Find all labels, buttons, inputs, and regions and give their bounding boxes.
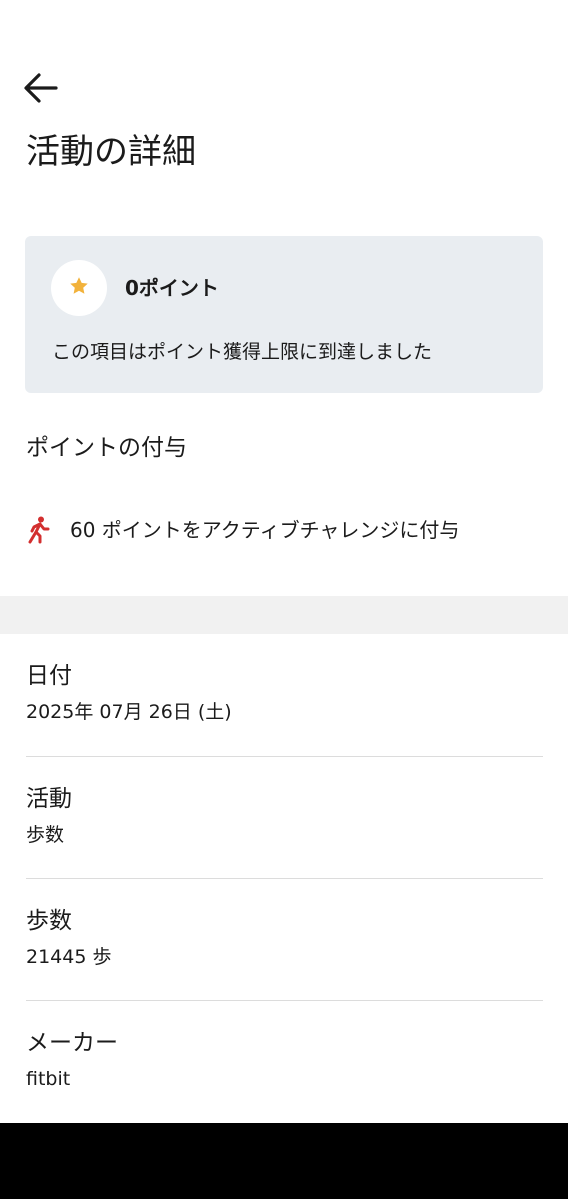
divider [26,756,543,757]
award-row: 60 ポイントをアクティブチャレンジに付与 [28,514,459,546]
star-badge [51,260,107,316]
detail-steps: 歩数 21445 歩 [26,905,543,971]
star-icon [68,275,90,301]
detail-label: 歩数 [26,908,72,934]
walking-person-icon [28,515,54,545]
detail-label: 活動 [26,786,72,812]
section-divider [0,596,568,634]
detail-value: 21445 歩 [26,946,112,968]
page-title: 活動の詳細 [26,132,196,172]
points-card: 0ポイント この項目はポイント獲得上限に到達しました [25,236,543,393]
detail-label: 日付 [26,663,72,689]
detail-maker: メーカー fitbit [26,1027,543,1093]
award-section-heading: ポイントの付与 [26,435,187,461]
back-button[interactable] [22,70,66,110]
divider [26,1000,543,1001]
arrow-left-icon [22,72,58,108]
divider [26,878,543,879]
detail-value: fitbit [26,1068,71,1090]
detail-activity: 活動 歩数 [26,783,543,849]
detail-value: 歩数 [26,824,65,846]
points-limit-note: この項目はポイント獲得上限に到達しました [52,341,433,363]
points-value: 0ポイント [125,276,219,300]
detail-label: メーカー [26,1030,118,1056]
detail-value: 2025年 07月 26日 (土) [26,701,232,723]
detail-date: 日付 2025年 07月 26日 (土) [26,660,543,726]
award-text: 60 ポイントをアクティブチャレンジに付与 [70,518,460,542]
system-navigation-bar [0,1123,568,1199]
